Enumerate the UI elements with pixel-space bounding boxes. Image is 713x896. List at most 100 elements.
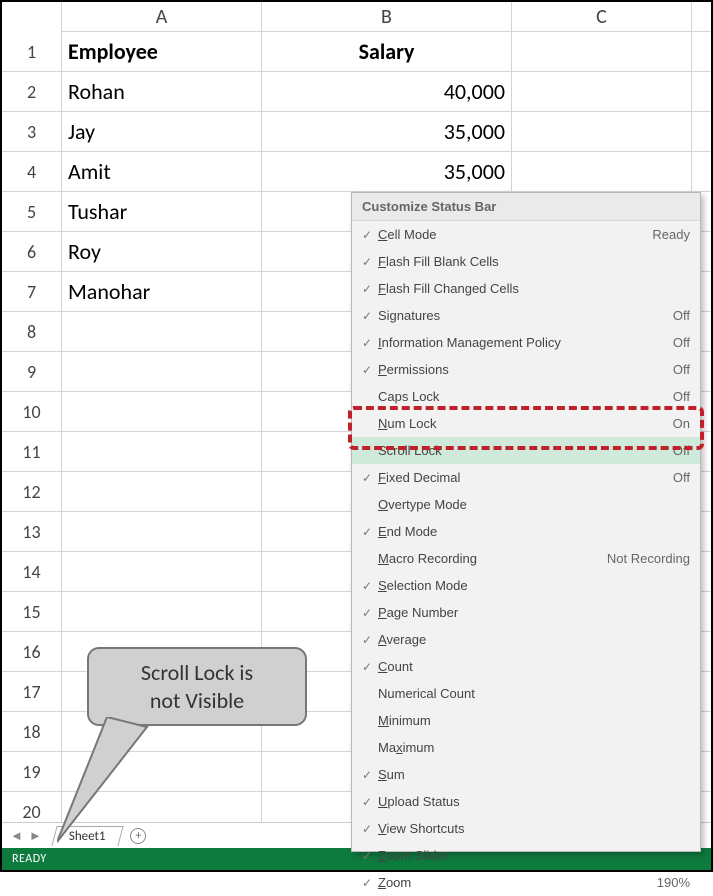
cell-A13[interactable] <box>62 512 262 551</box>
ctx-item-macro-recording[interactable]: Macro RecordingNot Recording <box>352 545 700 572</box>
ctx-item-label: Count <box>378 659 690 674</box>
context-menu-title: Customize Status Bar <box>352 193 700 221</box>
row-header[interactable]: 14 <box>2 552 62 591</box>
ctx-item-view-shortcuts[interactable]: ✓View Shortcuts <box>352 815 700 842</box>
ctx-item-zoom[interactable]: ✓Zoom190% <box>352 869 700 896</box>
cell-A3[interactable]: Jay <box>62 112 262 151</box>
ctx-item-upload-status[interactable]: ✓Upload Status <box>352 788 700 815</box>
sheet-nav-prev-icon[interactable]: ◄ <box>10 828 23 844</box>
cell-A1[interactable]: Employee <box>62 32 262 71</box>
ctx-item-overtype-mode[interactable]: Overtype Mode <box>352 491 700 518</box>
ctx-item-status: Off <box>665 443 690 458</box>
ctx-item-scroll-lock[interactable]: Scroll LockOff <box>352 437 700 464</box>
ctx-item-selection-mode[interactable]: ✓Selection Mode <box>352 572 700 599</box>
row-header[interactable]: 6 <box>2 232 62 271</box>
cell-A6[interactable]: Roy <box>62 232 262 271</box>
ctx-item-average[interactable]: ✓Average <box>352 626 700 653</box>
select-all-corner[interactable] <box>2 2 62 32</box>
ctx-item-page-number[interactable]: ✓Page Number <box>352 599 700 626</box>
ctx-item-label: Flash Fill Blank Cells <box>378 254 690 269</box>
ctx-item-label: Minimum <box>378 713 690 728</box>
ctx-item-label: Numerical Count <box>378 686 690 701</box>
ctx-item-signatures[interactable]: ✓SignaturesOff <box>352 302 700 329</box>
row-header[interactable]: 16 <box>2 632 62 671</box>
column-header-a[interactable]: A <box>62 2 262 31</box>
ctx-item-status: Off <box>665 389 690 404</box>
row-header[interactable]: 9 <box>2 352 62 391</box>
ctx-item-count[interactable]: ✓Count <box>352 653 700 680</box>
ctx-item-information-management-policy[interactable]: ✓Information Management PolicyOff <box>352 329 700 356</box>
ctx-item-label: Maximum <box>378 740 690 755</box>
cell-A10[interactable] <box>62 392 262 431</box>
check-icon: ✓ <box>356 525 378 539</box>
cell-B2[interactable]: 40,000 <box>262 72 512 111</box>
ctx-item-label: Macro Recording <box>378 551 599 566</box>
cell-A4[interactable]: Amit <box>62 152 262 191</box>
column-header-row: A B C <box>2 2 711 32</box>
row-header[interactable]: 12 <box>2 472 62 511</box>
check-icon: ✓ <box>356 633 378 647</box>
ctx-item-permissions[interactable]: ✓PermissionsOff <box>352 356 700 383</box>
cell-C2[interactable] <box>512 72 692 111</box>
row-header[interactable]: 5 <box>2 192 62 231</box>
ctx-item-flash-fill-changed-cells[interactable]: ✓Flash Fill Changed Cells <box>352 275 700 302</box>
ctx-item-status: 190% <box>649 875 690 890</box>
row-header[interactable]: 18 <box>2 712 62 751</box>
cell-A7[interactable]: Manohar <box>62 272 262 311</box>
ctx-item-status: Off <box>665 308 690 323</box>
ctx-item-num-lock[interactable]: Num LockOn <box>352 410 700 437</box>
row-header[interactable]: 3 <box>2 112 62 151</box>
ctx-item-end-mode[interactable]: ✓End Mode <box>352 518 700 545</box>
ctx-item-label: Num Lock <box>378 416 665 431</box>
check-icon: ✓ <box>356 795 378 809</box>
row-header[interactable]: 13 <box>2 512 62 551</box>
ctx-item-fixed-decimal[interactable]: ✓Fixed DecimalOff <box>352 464 700 491</box>
ctx-item-label: Flash Fill Changed Cells <box>378 281 690 296</box>
column-header-c[interactable]: C <box>512 2 692 31</box>
ctx-item-zoom-slider[interactable]: ✓Zoom Slider <box>352 842 700 869</box>
cell-C1[interactable] <box>512 32 692 71</box>
cell-A12[interactable] <box>62 472 262 511</box>
row-header[interactable]: 1 <box>2 32 62 71</box>
ctx-item-status: Off <box>665 362 690 377</box>
ctx-item-minimum[interactable]: Minimum <box>352 707 700 734</box>
callout-tail-icon <box>57 717 167 847</box>
ctx-item-sum[interactable]: ✓Sum <box>352 761 700 788</box>
row-header[interactable]: 15 <box>2 592 62 631</box>
row-header[interactable]: 8 <box>2 312 62 351</box>
row-header[interactable]: 11 <box>2 432 62 471</box>
ctx-item-numerical-count[interactable]: Numerical Count <box>352 680 700 707</box>
cell-A5[interactable]: Tushar <box>62 192 262 231</box>
cell-A11[interactable] <box>62 432 262 471</box>
check-icon: ✓ <box>356 363 378 377</box>
check-icon: ✓ <box>356 822 378 836</box>
cell-A9[interactable] <box>62 352 262 391</box>
cell-B4[interactable]: 35,000 <box>262 152 512 191</box>
row-header[interactable]: 7 <box>2 272 62 311</box>
cell-C3[interactable] <box>512 112 692 151</box>
cell-A15[interactable] <box>62 592 262 631</box>
ctx-item-caps-lock[interactable]: Caps LockOff <box>352 383 700 410</box>
cell-B1[interactable]: Salary <box>262 32 512 71</box>
cell-A2[interactable]: Rohan <box>62 72 262 111</box>
ctx-item-status: Off <box>665 335 690 350</box>
ctx-item-cell-mode[interactable]: ✓Cell ModeReady <box>352 221 700 248</box>
row-header[interactable]: 17 <box>2 672 62 711</box>
sheet-nav[interactable]: ◄ ► <box>10 828 42 844</box>
table-row: 1EmployeeSalary <box>2 32 711 72</box>
cell-A14[interactable] <box>62 552 262 591</box>
row-header[interactable]: 10 <box>2 392 62 431</box>
ctx-item-flash-fill-blank-cells[interactable]: ✓Flash Fill Blank Cells <box>352 248 700 275</box>
table-row: 3Jay35,000 <box>2 112 711 152</box>
cell-C4[interactable] <box>512 152 692 191</box>
ctx-item-label: Scroll Lock <box>378 443 665 458</box>
cell-A8[interactable] <box>62 312 262 351</box>
cell-B3[interactable]: 35,000 <box>262 112 512 151</box>
sheet-nav-next-icon[interactable]: ► <box>29 828 42 844</box>
column-header-b[interactable]: B <box>262 2 512 31</box>
row-header[interactable]: 19 <box>2 752 62 791</box>
row-header[interactable]: 4 <box>2 152 62 191</box>
row-header[interactable]: 2 <box>2 72 62 111</box>
ctx-item-maximum[interactable]: Maximum <box>352 734 700 761</box>
customize-status-bar-menu[interactable]: Customize Status Bar ✓Cell ModeReady✓Fla… <box>351 192 701 852</box>
